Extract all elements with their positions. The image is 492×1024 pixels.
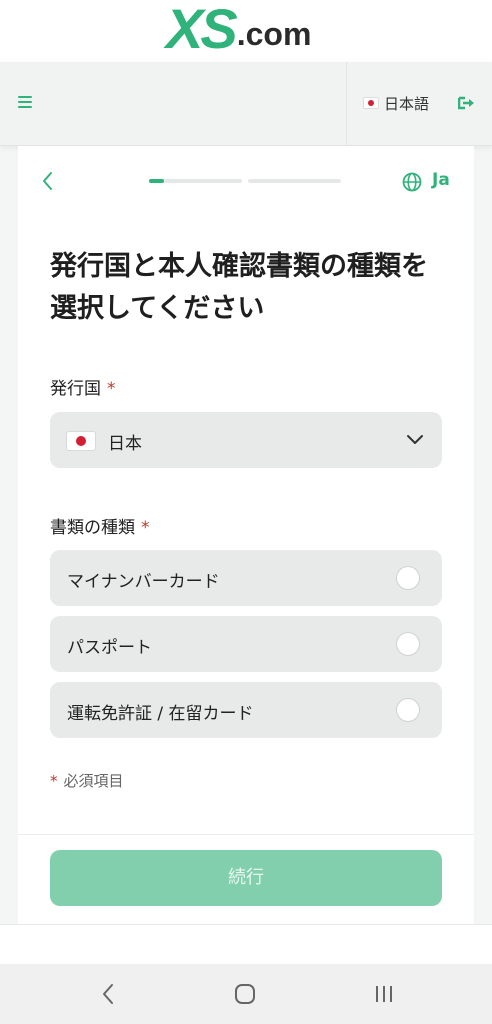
doc-option-my-number-card[interactable]: マイナンバーカード	[50, 550, 442, 606]
system-recents-icon[interactable]	[374, 984, 394, 1004]
radio-button[interactable]	[396, 698, 420, 722]
option-label: パスポート	[67, 638, 152, 658]
doc-option-passport[interactable]: パスポート	[50, 616, 442, 672]
page-title: 発行国と本人確認書類の種類を選択してください	[50, 251, 428, 324]
system-back-icon[interactable]	[100, 982, 116, 1006]
doc-type-label-text: 書類の種類	[50, 518, 135, 538]
system-home-icon[interactable]	[235, 984, 255, 1004]
language-code[interactable]: Ja	[432, 170, 450, 190]
option-label: マイナンバーカード	[67, 572, 220, 592]
logo-suffix-text: .com	[236, 16, 312, 52]
country-select[interactable]: 日本	[50, 412, 442, 468]
hamburger-icon[interactable]	[18, 96, 32, 108]
doc-type-field-label: 書類の種類 *	[50, 513, 150, 538]
progress-fill	[149, 179, 164, 183]
progress-step-2	[248, 179, 341, 183]
japan-flag-icon	[66, 431, 96, 451]
nav-divider	[346, 62, 347, 146]
divider	[18, 834, 474, 835]
required-asterisk: *	[107, 379, 116, 399]
japan-flag-icon	[363, 97, 379, 109]
required-asterisk: *	[50, 772, 58, 790]
system-navigation-bar	[0, 964, 492, 1024]
chevron-down-icon	[407, 435, 423, 444]
country-field-label: 発行国 *	[50, 374, 116, 399]
logout-icon[interactable]	[458, 96, 476, 110]
verification-card: Ja 発行国と本人確認書類の種類を選択してください 発行国 * 日本 書類の種類 *…	[18, 146, 474, 924]
step-progress	[149, 179, 341, 183]
country-label-text: 発行国	[50, 379, 101, 399]
country-select-value: 日本	[108, 434, 142, 454]
logo-main-text: XS	[166, 0, 238, 60]
page-footer-strip	[0, 924, 492, 964]
required-note: * 必須項目	[50, 770, 124, 791]
option-label: 運転免許証 / 在留カード	[67, 704, 254, 724]
radio-button[interactable]	[396, 632, 420, 656]
required-asterisk: *	[141, 518, 150, 538]
doc-option-drivers-license[interactable]: 運転免許証 / 在留カード	[50, 682, 442, 738]
progress-step-1	[149, 179, 242, 183]
continue-button[interactable]: 続行	[50, 850, 442, 906]
xs-logo[interactable]: XS .com	[166, 0, 312, 60]
brand-header: XS .com	[0, 0, 492, 62]
globe-icon[interactable]	[402, 172, 422, 192]
radio-button[interactable]	[396, 566, 420, 590]
language-selector[interactable]: 日本語	[384, 93, 429, 114]
chevron-left-icon[interactable]	[40, 170, 56, 192]
required-note-text: 必須項目	[63, 772, 124, 790]
navigation-bar: 日本語	[0, 62, 492, 146]
